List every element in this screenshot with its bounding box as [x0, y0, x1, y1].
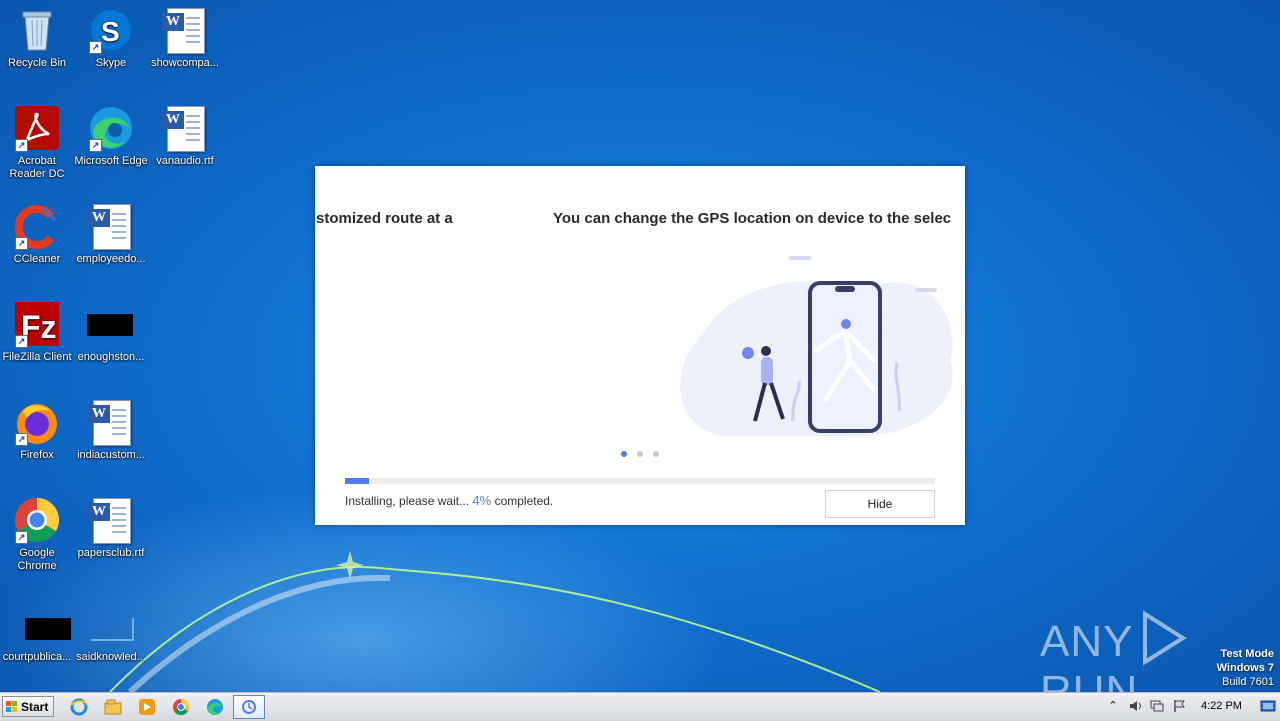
svg-text:S: S [101, 16, 120, 47]
desktop-icon-indiacustom[interactable]: W indiacustom... [74, 398, 148, 462]
media-player-icon[interactable] [137, 697, 157, 717]
carousel-dot-1[interactable] [621, 451, 627, 457]
taskbar-installer-button[interactable] [233, 695, 265, 719]
desktop-icon-label: saidknowled... [76, 651, 146, 663]
carousel-dot-3[interactable] [653, 451, 659, 457]
watermark-brand-right: RUN [1040, 667, 1139, 692]
install-status-text: Installing, please wait... 4% completed. [345, 493, 553, 508]
desktop-icon-label: Microsoft Edge [74, 155, 148, 167]
desktop: Recycle Bin ↗ Acrobat Reader DC ↗ CClean… [0, 0, 1280, 692]
desktop-icon-papersclub[interactable]: W papersclub.rtf [74, 496, 148, 560]
desktop-icon-acrobat[interactable]: ↗ Acrobat Reader DC [0, 104, 74, 181]
install-progress-fill [345, 478, 369, 484]
shortcut-arrow-icon: ↗ [89, 41, 102, 54]
installer-window[interactable]: stomized route at a You can change the G… [315, 166, 965, 525]
chrome-icon[interactable] [171, 697, 191, 717]
shortcut-arrow-icon: ↗ [15, 335, 28, 348]
desktop-icon-ccleaner[interactable]: ↗ CCleaner [0, 202, 74, 266]
shortcut-arrow-icon: ↗ [15, 433, 28, 446]
desktop-icon-vanaudio[interactable]: W vanaudio.rtf [148, 104, 222, 168]
desktop-icon-label: papersclub.rtf [77, 547, 145, 559]
desktop-icon-label: vanaudio.rtf [156, 155, 214, 167]
desktop-icon-showcompa[interactable]: W showcompa... [148, 6, 222, 70]
taskbar-clock[interactable]: 4:22 PM [1201, 700, 1242, 712]
desktop-icon-label: enoughston... [77, 351, 145, 363]
volume-icon[interactable] [1128, 699, 1142, 713]
word-document-icon: W [87, 496, 135, 544]
shortcut-arrow-icon: ↗ [15, 531, 28, 544]
network-icon[interactable] [1150, 699, 1164, 713]
installer-app-icon [242, 700, 256, 714]
desktop-icon-label: Google Chrome [17, 547, 57, 572]
recycle-bin-icon [13, 6, 61, 54]
chrome-icon: ↗ [13, 496, 61, 544]
watermark-brand-left: ANY [1040, 617, 1134, 666]
show-hidden-icons-icon[interactable]: ⌃ [1106, 699, 1120, 713]
desktop-icon-label: employeedo... [76, 253, 146, 265]
shortcut-arrow-icon: ↗ [15, 237, 28, 250]
edge-icon[interactable] [205, 697, 225, 717]
play-logo-icon [1142, 610, 1187, 666]
show-desktop-icon[interactable] [1260, 699, 1276, 713]
carousel-dot-2[interactable] [637, 451, 643, 457]
desktop-icon-firefox[interactable]: ↗ Firefox [0, 398, 74, 462]
test-mode-notice: Test Mode Windows 7 Build 7601 [1217, 647, 1274, 689]
status-prefix: Installing, please wait... [345, 494, 470, 508]
skype-icon: S ↗ [87, 6, 135, 54]
desktop-icon-saidknowled[interactable]: saidknowled... [74, 600, 148, 664]
carousel-slide-text: You can change the GPS location on devic… [553, 210, 952, 227]
status-percent: 4% [472, 493, 492, 508]
shortcut-arrow-icon: ↗ [89, 139, 102, 152]
build-line: Build 7601 [1222, 676, 1274, 688]
start-button[interactable]: Start [2, 696, 54, 717]
desktop-icon-label: courtpublica... [2, 651, 72, 663]
edge-icon: ↗ [87, 104, 135, 152]
firefox-icon: ↗ [13, 398, 61, 446]
desktop-icon-label: Skype [95, 57, 127, 69]
ccleaner-icon: ↗ [13, 202, 61, 250]
acrobat-icon: ↗ [13, 104, 61, 152]
desktop-icon-label: Firefox [20, 449, 54, 461]
taskbar: Start ⌃ 4:22 PM [0, 692, 1280, 721]
blank-file-icon [13, 600, 71, 648]
desktop-icon-recycle-bin[interactable]: Recycle Bin [0, 6, 74, 70]
desktop-icon-label: CCleaner [13, 253, 61, 265]
word-document-icon: W [161, 6, 209, 54]
internet-explorer-icon[interactable] [69, 697, 89, 717]
desktop-icon-label: FileZilla Client [2, 351, 72, 363]
desktop-icon-employeedo[interactable]: W employeedo... [74, 202, 148, 266]
desktop-icon-chrome[interactable]: ↗ Google Chrome [0, 496, 74, 573]
shortcut-arrow-icon: ↗ [15, 139, 28, 152]
explorer-icon[interactable] [103, 697, 123, 717]
blank-file-icon [87, 600, 135, 648]
windows-logo-icon [6, 701, 17, 712]
desktop-icon-label: Acrobat Reader DC [9, 155, 65, 180]
desktop-icon-label: Recycle Bin [7, 57, 67, 69]
desktop-icon-skype[interactable]: S ↗ Skype [74, 6, 148, 70]
desktop-icon-edge[interactable]: ↗ Microsoft Edge [74, 104, 148, 168]
hide-button[interactable]: Hide [825, 490, 935, 518]
desktop-icon-courtpublica[interactable]: courtpublica... [0, 600, 74, 664]
gps-phone-illustration [680, 256, 953, 437]
word-document-icon: W [161, 104, 209, 152]
word-document-icon: W [87, 202, 135, 250]
desktop-icon-label: showcompa... [151, 57, 219, 69]
windows-version-line: Windows 7 [1216, 662, 1274, 674]
desktop-icon-label: indiacustom... [77, 449, 145, 461]
blank-file-icon [87, 300, 135, 348]
start-label: Start [21, 700, 49, 714]
status-suffix: completed. [494, 494, 554, 508]
system-tray: ⌃ 4:22 PM [1100, 693, 1280, 721]
action-center-flag-icon[interactable] [1172, 699, 1186, 713]
desktop-icon-enoughston[interactable]: enoughston... [74, 300, 148, 364]
desktop-icon-filezilla[interactable]: Fz ↗ FileZilla Client [0, 300, 74, 364]
carousel-slide-text: stomized route at a [316, 210, 453, 227]
word-document-icon: W [87, 398, 135, 446]
filezilla-icon: Fz ↗ [13, 300, 61, 348]
test-mode-line: Test Mode [1220, 648, 1274, 660]
install-progress-bar [345, 478, 935, 484]
